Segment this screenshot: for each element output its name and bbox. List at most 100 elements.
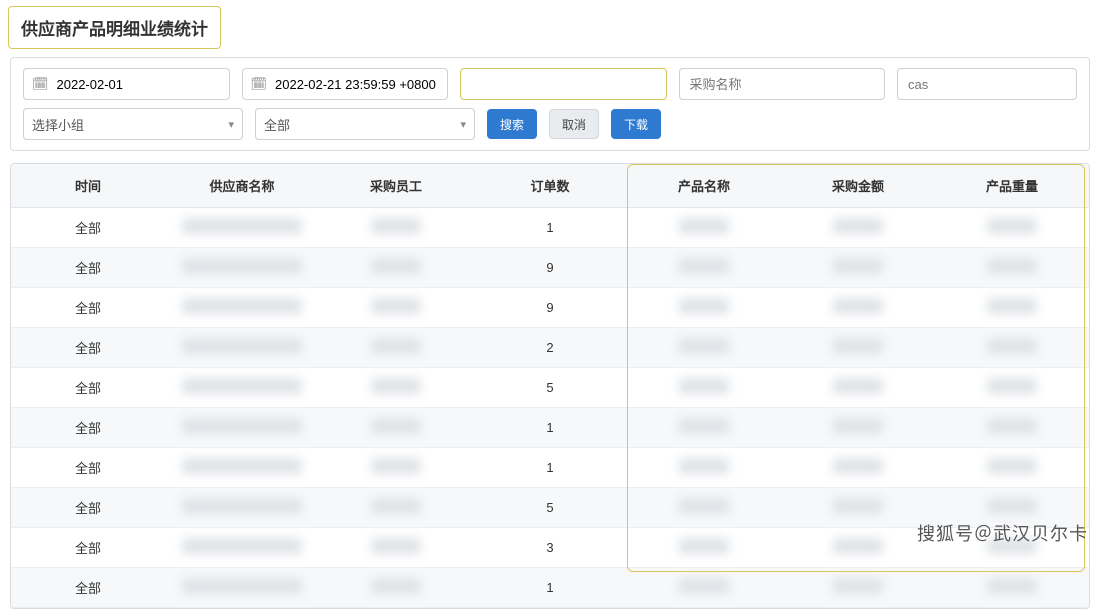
col-weight: 产品重量 bbox=[935, 164, 1089, 208]
cell-orders: 9 bbox=[473, 288, 627, 328]
cell-supplier bbox=[165, 568, 319, 608]
cell-orders: 1 bbox=[473, 408, 627, 448]
cell-amount bbox=[781, 528, 935, 568]
cancel-button[interactable]: 取消 bbox=[549, 109, 599, 139]
cell-orders: 2 bbox=[473, 328, 627, 368]
table-row: 全部 1 bbox=[11, 448, 1089, 488]
cell-weight bbox=[935, 208, 1089, 248]
cell-buyer bbox=[319, 568, 473, 608]
cell-product bbox=[627, 448, 781, 488]
cell-supplier bbox=[165, 528, 319, 568]
cell-orders: 1 bbox=[473, 448, 627, 488]
cell-weight bbox=[935, 408, 1089, 448]
all-select[interactable]: 全部 ▾ bbox=[255, 108, 475, 140]
col-amount: 采购金额 bbox=[781, 164, 935, 208]
cell-time: 全部 bbox=[11, 248, 165, 288]
table-row: 全部 1 bbox=[11, 568, 1089, 608]
end-date-input[interactable]: 🗓 bbox=[242, 68, 449, 100]
calendar-icon: 🗓 bbox=[32, 76, 49, 92]
cell-time: 全部 bbox=[11, 288, 165, 328]
supplier-field[interactable] bbox=[469, 76, 658, 93]
cell-amount bbox=[781, 288, 935, 328]
table-row: 全部 2 bbox=[11, 328, 1089, 368]
supplier-input[interactable] bbox=[460, 68, 667, 100]
cell-time: 全部 bbox=[11, 368, 165, 408]
cell-weight bbox=[935, 448, 1089, 488]
cell-orders: 1 bbox=[473, 568, 627, 608]
cell-weight bbox=[935, 248, 1089, 288]
cell-supplier bbox=[165, 408, 319, 448]
cell-buyer bbox=[319, 488, 473, 528]
cell-product bbox=[627, 488, 781, 528]
team-select[interactable]: 选择小组 ▾ bbox=[23, 108, 243, 140]
cell-weight bbox=[935, 368, 1089, 408]
cell-amount bbox=[781, 408, 935, 448]
table-row: 全部1 bbox=[11, 208, 1089, 248]
end-date-field[interactable] bbox=[273, 76, 453, 93]
page-title: 供应商产品明细业绩统计 bbox=[8, 6, 221, 49]
all-select-label: 全部 bbox=[264, 115, 460, 134]
cell-amount bbox=[781, 208, 935, 248]
cell-supplier bbox=[165, 248, 319, 288]
cell-buyer bbox=[319, 328, 473, 368]
cell-supplier bbox=[165, 448, 319, 488]
cell-amount bbox=[781, 328, 935, 368]
cell-amount bbox=[781, 568, 935, 608]
cell-buyer bbox=[319, 368, 473, 408]
cell-amount bbox=[781, 488, 935, 528]
cell-orders: 5 bbox=[473, 488, 627, 528]
cell-supplier bbox=[165, 208, 319, 248]
cell-weight bbox=[935, 328, 1089, 368]
cell-weight bbox=[935, 288, 1089, 328]
cell-product bbox=[627, 368, 781, 408]
cell-supplier bbox=[165, 368, 319, 408]
cell-product bbox=[627, 408, 781, 448]
cas-input[interactable] bbox=[897, 68, 1077, 100]
buyer-input[interactable] bbox=[679, 68, 886, 100]
cell-time: 全部 bbox=[11, 328, 165, 368]
cell-product bbox=[627, 568, 781, 608]
cell-time: 全部 bbox=[11, 408, 165, 448]
cell-supplier bbox=[165, 488, 319, 528]
table-row: 全部 9 bbox=[11, 248, 1089, 288]
chevron-down-icon: ▾ bbox=[228, 118, 234, 131]
cell-orders: 3 bbox=[473, 528, 627, 568]
cell-orders: 9 bbox=[473, 248, 627, 288]
buyer-field[interactable] bbox=[688, 76, 877, 93]
cell-product bbox=[627, 248, 781, 288]
start-date-field[interactable] bbox=[55, 76, 235, 93]
search-button[interactable]: 搜索 bbox=[487, 109, 537, 139]
cas-field[interactable] bbox=[906, 76, 1086, 93]
col-product: 产品名称 bbox=[627, 164, 781, 208]
cell-buyer bbox=[319, 288, 473, 328]
col-supplier: 供应商名称 bbox=[165, 164, 319, 208]
cell-orders: 1 bbox=[473, 208, 627, 248]
cell-supplier bbox=[165, 288, 319, 328]
cell-supplier bbox=[165, 328, 319, 368]
cell-buyer bbox=[319, 528, 473, 568]
cell-orders: 5 bbox=[473, 368, 627, 408]
cell-buyer bbox=[319, 208, 473, 248]
team-select-label: 选择小组 bbox=[32, 115, 228, 134]
calendar-icon: 🗓 bbox=[251, 76, 268, 92]
col-buyer: 采购员工 bbox=[319, 164, 473, 208]
col-time: 时间 bbox=[11, 164, 165, 208]
cell-product bbox=[627, 528, 781, 568]
cell-buyer bbox=[319, 448, 473, 488]
cell-time: 全部 bbox=[11, 448, 165, 488]
cell-weight bbox=[935, 568, 1089, 608]
table-row: 全部 9 bbox=[11, 288, 1089, 328]
cell-product bbox=[627, 208, 781, 248]
filter-panel: 🗓 🗓 选择小组 ▾ 全部 ▾ 搜索 取消 下载 bbox=[10, 57, 1090, 151]
cell-amount bbox=[781, 248, 935, 288]
cell-product bbox=[627, 328, 781, 368]
cell-time: 全部 bbox=[11, 488, 165, 528]
table-row: 全部 5 bbox=[11, 368, 1089, 408]
cell-product bbox=[627, 288, 781, 328]
start-date-input[interactable]: 🗓 bbox=[23, 68, 230, 100]
chevron-down-icon: ▾ bbox=[460, 118, 466, 131]
cell-time: 全部 bbox=[11, 528, 165, 568]
download-button[interactable]: 下载 bbox=[611, 109, 661, 139]
cell-time: 全部 bbox=[11, 568, 165, 608]
table-header-row: 时间 供应商名称 采购员工 订单数 产品名称 采购金额 产品重量 bbox=[11, 164, 1089, 208]
